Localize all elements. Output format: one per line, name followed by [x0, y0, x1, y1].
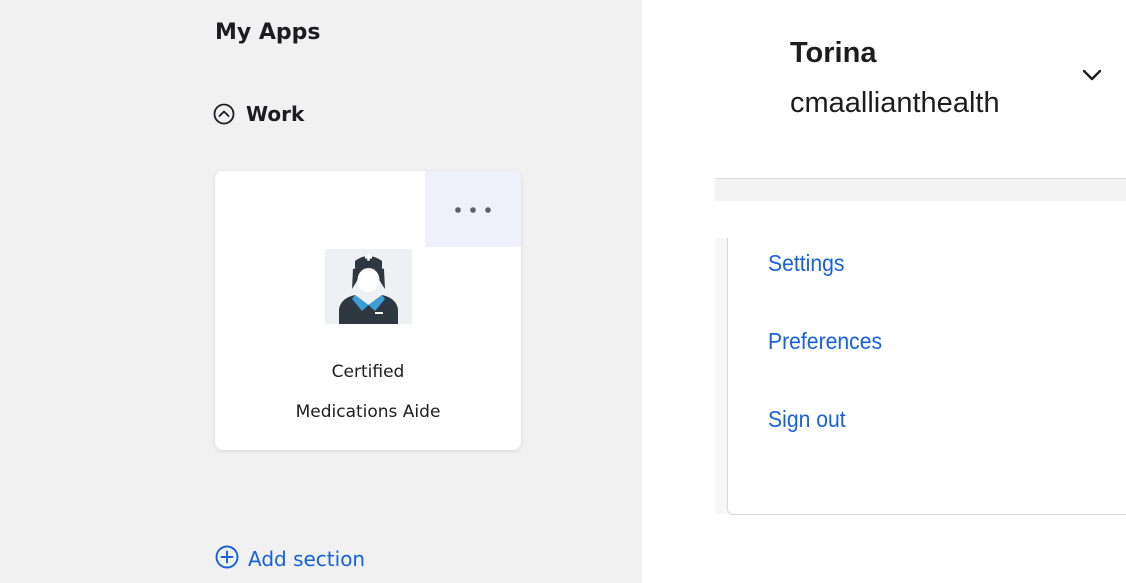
chevron-down-icon: [1081, 67, 1103, 87]
menu-item-preferences[interactable]: Preferences: [768, 328, 882, 355]
add-section-button[interactable]: Add section: [215, 545, 365, 573]
section-toggle-work[interactable]: Work: [213, 102, 304, 126]
chevron-up-circle-icon: [213, 103, 235, 125]
section-label: Work: [246, 102, 305, 126]
divider: [715, 178, 1126, 201]
page-title: My Apps: [215, 20, 321, 45]
user-menu-toggle[interactable]: Torina cmaallianthealth: [715, 0, 1126, 178]
menu-item-settings[interactable]: Settings: [768, 250, 844, 277]
user-name: Torina: [790, 37, 877, 69]
app-tile-menu-button[interactable]: [425, 171, 521, 247]
plus-circle-icon: [215, 545, 239, 573]
add-section-label: Add section: [248, 547, 366, 571]
user-dropdown-menu: Settings Preferences Sign out: [727, 238, 1126, 515]
menu-item-sign-out[interactable]: Sign out: [768, 406, 846, 433]
app-name: Certified Medications Aide: [215, 352, 521, 432]
app-name-line1: Certified: [331, 362, 405, 382]
nurse-icon: [325, 249, 412, 324]
user-org: cmaallianthealth: [790, 87, 1000, 119]
menu-stub: [715, 238, 727, 514]
my-apps-panel: My Apps Work Certified Medications Aide …: [0, 0, 642, 583]
app-name-line2: Medications Aide: [295, 402, 441, 422]
more-horizontal-icon: [451, 200, 495, 219]
app-tile-certified-medications-aide[interactable]: Certified Medications Aide: [215, 171, 521, 450]
